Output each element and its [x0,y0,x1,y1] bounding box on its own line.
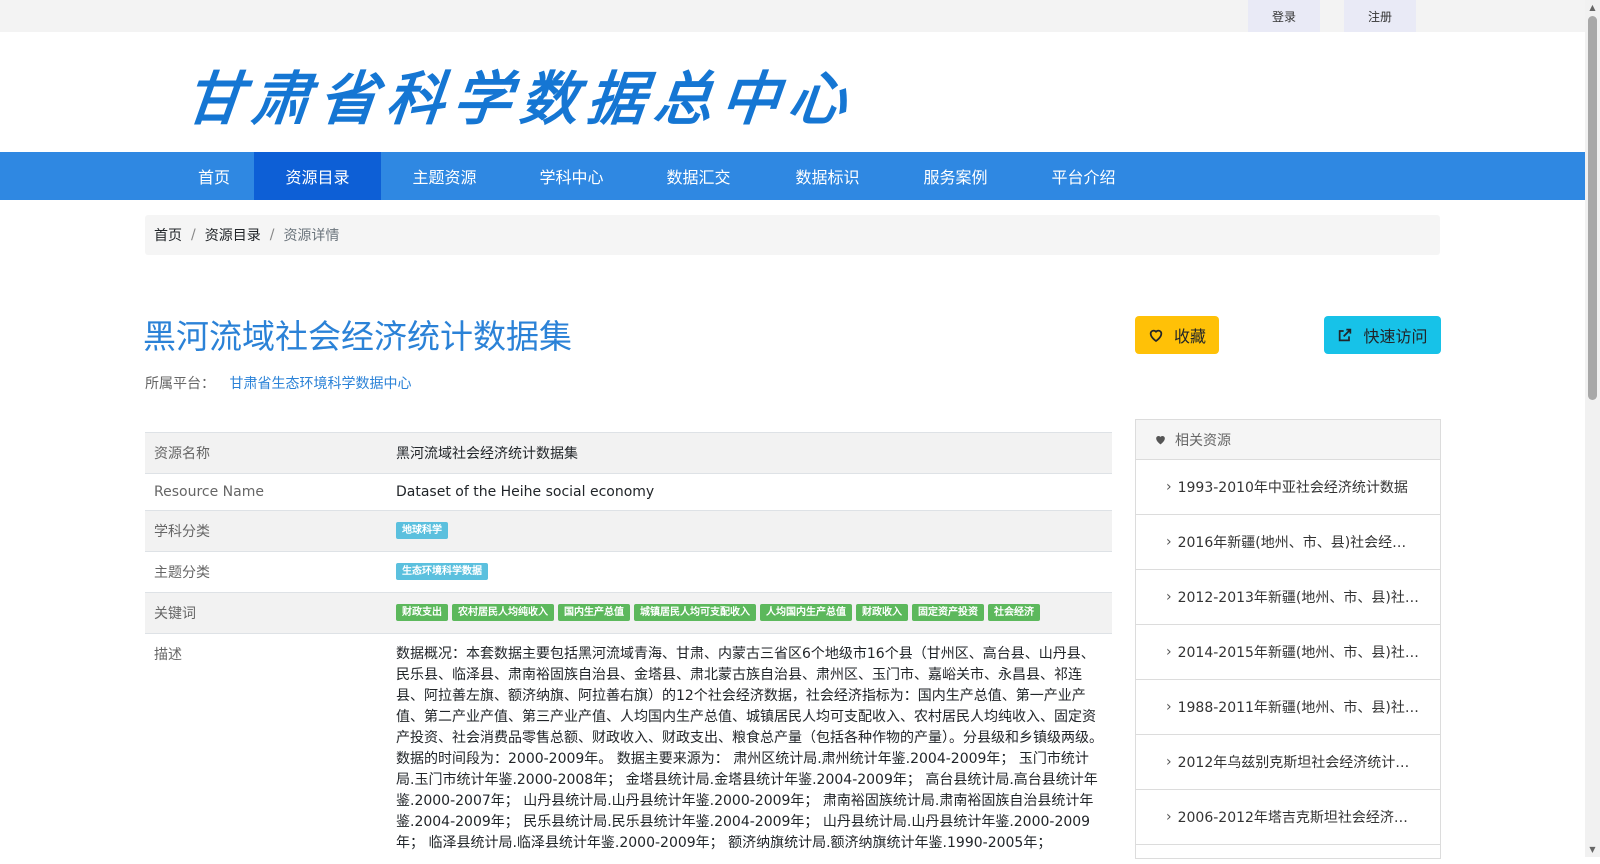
related-item-label: 2012-2013年新疆(地州、市、县)社会经济统计数据 [1178,587,1420,607]
nav-home[interactable]: 首页 [174,152,254,200]
nav-catalog[interactable]: 资源目录 [254,152,381,200]
scrollbar-thumb[interactable] [1588,16,1597,400]
related-item[interactable]: › 2014-2015年新疆(地州、市、县)社会经济统计数据 [1136,625,1440,680]
platform-label: 所属平台： [145,376,215,392]
theme-label: 主题分类 [145,552,387,593]
related-item[interactable]: › 1988-2011年新疆(地州、市、县)社会经济统计数据 [1136,680,1440,735]
keyword-tag[interactable]: 固定资产投资 [912,604,984,621]
related-item-label: 2006-2012年塔吉克斯坦社会经济统计数据 [1178,807,1420,827]
related-item[interactable]: › 2012年乌兹别克斯坦社会经济统计数据 [1136,735,1440,790]
related-item[interactable]: › 2016年新疆(地州、市、县)社会经济统计数据 [1136,515,1440,570]
table-row: Resource Name Dataset of the Heihe socia… [145,474,1112,511]
table-row: 资源名称 黑河流域社会经济统计数据集 [145,433,1112,474]
resource-name-label: 资源名称 [145,433,387,474]
table-row: 主题分类 生态环境科学数据 [145,552,1112,593]
nav-data-submission[interactable]: 数据汇交 [635,152,762,200]
table-row: 描述 数据概况：本套数据主要包括黑河流域青海、甘肃、内蒙古三省区6个地级市16个… [145,634,1112,864]
description-text: 数据概况：本套数据主要包括黑河流域青海、甘肃、内蒙古三省区6个地级市16个县（甘… [387,634,1112,864]
platform-link[interactable]: 甘肃省生态环境科学数据中心 [229,376,411,392]
subject-tag[interactable]: 地球科学 [396,522,448,539]
keyword-tag[interactable]: 城镇居民人均可支配收入 [634,604,756,621]
table-row: 关键词 财政支出农村居民人均纯收入国内生产总值城镇居民人均可支配收入人均国内生产… [145,593,1112,634]
nav-disciplines[interactable]: 学科中心 [508,152,635,200]
chevron-right-icon: › [1166,699,1172,715]
chevron-right-icon: › [1166,754,1172,770]
chevron-right-icon: › [1166,644,1172,660]
related-item-label: 1993-2010年中亚社会经济统计数据 [1178,477,1408,497]
top-bar: 登录 注册 [0,0,1600,32]
favorite-label: 收藏 [1174,323,1206,347]
breadcrumb-separator: / [270,227,275,243]
nav-topics[interactable]: 主题资源 [381,152,508,200]
breadcrumb-separator: / [191,227,196,243]
login-button[interactable]: 登录 [1248,0,1320,32]
keywords-list: 财政支出农村居民人均纯收入国内生产总值城镇居民人均可支配收入人均国内生产总值财政… [387,593,1112,634]
related-item-label: 2014-2015年新疆(地州、市、县)社会经济统计数据 [1178,642,1420,662]
related-item-label: 2016年新疆(地州、市、县)社会经济统计数据 [1178,532,1420,552]
table-row: 学科分类 地球科学 [145,511,1112,552]
scroll-down-icon[interactable]: ▼ [1588,845,1597,854]
chevron-right-icon: › [1166,589,1172,605]
page-title: 黑河流域社会经济统计数据集 [143,310,572,358]
keyword-tag[interactable]: 农村居民人均纯收入 [452,604,554,621]
quick-visit-label: 快速访问 [1363,323,1427,347]
resource-name-en-value: Dataset of the Heihe social economy [387,474,1112,511]
related-item[interactable]: › 1993-2010年中亚社会经济统计数据 [1136,460,1440,515]
main-nav: 首页 资源目录 主题资源 学科中心 数据汇交 数据标识 服务案例 平台介绍 [0,152,1600,200]
related-item-label: 2012年乌兹别克斯坦社会经济统计数据 [1178,752,1420,772]
subject-label: 学科分类 [145,511,387,552]
nav-about[interactable]: 平台介绍 [1020,152,1147,200]
site-header: 甘肃省科学数据总中心 [0,32,1600,152]
description-label: 描述 [145,634,387,864]
scroll-up-icon[interactable]: ▲ [1588,3,1597,12]
chevron-right-icon: › [1166,534,1172,550]
register-button[interactable]: 注册 [1344,0,1416,32]
related-item[interactable]: › 2012-2013年新疆(地州、市、县)社会经济统计数据 [1136,570,1440,625]
related-item[interactable]: › 2006-2012年塔吉克斯坦社会经济统计数据 [1136,790,1440,845]
breadcrumb: 首页 / 资源目录 / 资源详情 [145,215,1440,255]
nav-data-identifier[interactable]: 数据标识 [764,152,891,200]
favorite-button[interactable]: 收藏 [1135,316,1219,354]
theme-tag[interactable]: 生态环境科学数据 [396,563,488,580]
keyword-tag[interactable]: 财政支出 [396,604,448,621]
site-logo[interactable]: 甘肃省科学数据总中心 [182,52,861,136]
related-resources-title: 相关资源 [1175,430,1231,450]
keyword-tag[interactable]: 国内生产总值 [558,604,630,621]
keywords-label: 关键词 [145,593,387,634]
keyword-tag[interactable]: 财政收入 [856,604,908,621]
chevron-right-icon: › [1166,809,1172,825]
keyword-tag[interactable]: 人均国内生产总值 [760,604,852,621]
heart-icon [1154,433,1167,446]
related-resources-header: 相关资源 [1136,420,1440,460]
breadcrumb-current: 资源详情 [283,225,339,245]
related-resources-panel: 相关资源 › 1993-2010年中亚社会经济统计数据 › 2016年新疆(地州、市… [1135,419,1441,859]
chevron-right-icon: › [1166,479,1172,495]
resource-info-table: 资源名称 黑河流域社会经济统计数据集 Resource Name Dataset… [145,432,1112,864]
breadcrumb-catalog[interactable]: 资源目录 [205,225,261,245]
page-scrollbar[interactable]: ▲ ▼ [1585,0,1600,857]
platform-info: 所属平台： 甘肃省生态环境科学数据中心 [145,373,411,393]
external-link-icon [1337,327,1353,343]
resource-name-en-label: Resource Name [145,474,387,511]
quick-visit-button[interactable]: 快速访问 [1324,316,1441,354]
breadcrumb-home[interactable]: 首页 [154,225,182,245]
keyword-tag[interactable]: 社会经济 [988,604,1040,621]
nav-service-cases[interactable]: 服务案例 [892,152,1019,200]
heart-icon [1148,327,1164,343]
related-item-label: 1988-2011年新疆(地州、市、县)社会经济统计数据 [1178,697,1420,717]
resource-name-value: 黑河流域社会经济统计数据集 [387,433,1112,474]
